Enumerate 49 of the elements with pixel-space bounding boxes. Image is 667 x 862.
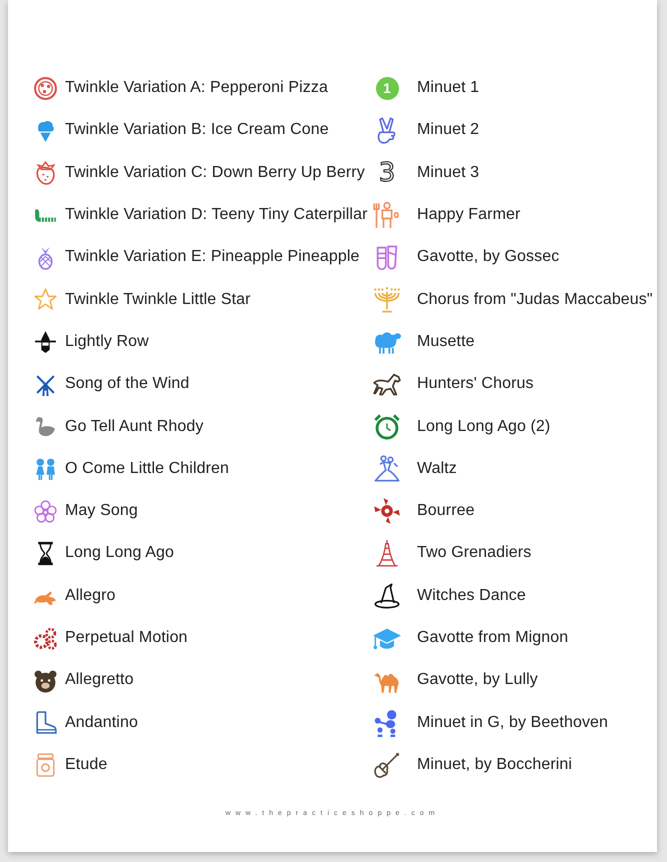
gears-icon	[32, 626, 58, 650]
piece-title: Etude	[65, 756, 108, 774]
farmer-icon	[373, 201, 401, 230]
piece-title: Two Grenadiers	[417, 544, 532, 562]
piece-title: Minuet 3	[417, 164, 480, 182]
piece-title: Allegro	[65, 586, 116, 605]
piece-title: Twinkle Variation D: Teeny Tiny Caterpillar	[65, 206, 368, 224]
violin-icon	[373, 750, 401, 779]
piece-title: May Song	[65, 502, 138, 520]
pizza-icon	[32, 76, 58, 101]
piece-title: Witches Dance	[417, 586, 526, 605]
piece-title: Minuet 2	[417, 121, 480, 140]
piece-title: Twinkle Variation A: Pepperoni Pizza	[65, 79, 328, 98]
piece-title: Allegretto	[65, 671, 134, 690]
piece-title: Minuet 1	[417, 79, 480, 98]
piece-title: Perpetual Motion	[65, 629, 188, 647]
bear-icon	[32, 668, 58, 693]
piece-title: Happy Farmer	[417, 206, 520, 224]
piece-title: Gavotte from Mignon	[417, 629, 568, 647]
star-icon	[32, 287, 58, 312]
piece-title: Gavotte, by Gossec	[417, 248, 560, 266]
piece-title: Chorus from "Judas Maccabeus"	[417, 290, 653, 309]
flower-icon	[32, 498, 58, 524]
piece-title: Bourree	[417, 502, 475, 520]
piece-title: Andantino	[65, 714, 138, 732]
piece-title: Minuet in G, by Beethoven	[417, 714, 608, 732]
candy-icon	[373, 497, 401, 526]
piece-title: Go Tell Aunt Rhody	[65, 418, 204, 436]
piece-title: Twinkle Variation B: Ice Cream Cone	[65, 121, 329, 140]
piece-title: Gavotte, by Lully	[417, 671, 538, 690]
witch-hat-icon	[373, 582, 401, 610]
piece-title: O Come Little Children	[65, 460, 230, 478]
piece-title: Song of the Wind	[65, 375, 190, 394]
piece-title: Hunters' Chorus	[417, 375, 534, 394]
menorah-icon	[373, 286, 401, 314]
piece-title: Twinkle Variation E: Pineapple Pineapple	[65, 248, 360, 266]
alarm-clock-icon	[373, 412, 401, 441]
piece-title: Long Long Ago	[65, 544, 174, 562]
piece-title: Long Long Ago (2)	[417, 418, 550, 436]
boat-icon	[32, 329, 58, 354]
dancers-icon	[373, 454, 401, 483]
piece-title: Musette	[417, 332, 475, 351]
piece-title: Twinkle Variation C: Down Berry Up Berry	[65, 164, 365, 182]
piece-title: Twinkle Twinkle Little Star	[65, 290, 251, 309]
piece-title: Lightly Row	[65, 332, 149, 351]
piece-title: Minuet, by Boccherini	[417, 756, 572, 774]
number-badge: 1	[376, 76, 398, 100]
piece-title: Waltz	[417, 460, 457, 478]
outline-numeral: 3	[378, 160, 396, 186]
